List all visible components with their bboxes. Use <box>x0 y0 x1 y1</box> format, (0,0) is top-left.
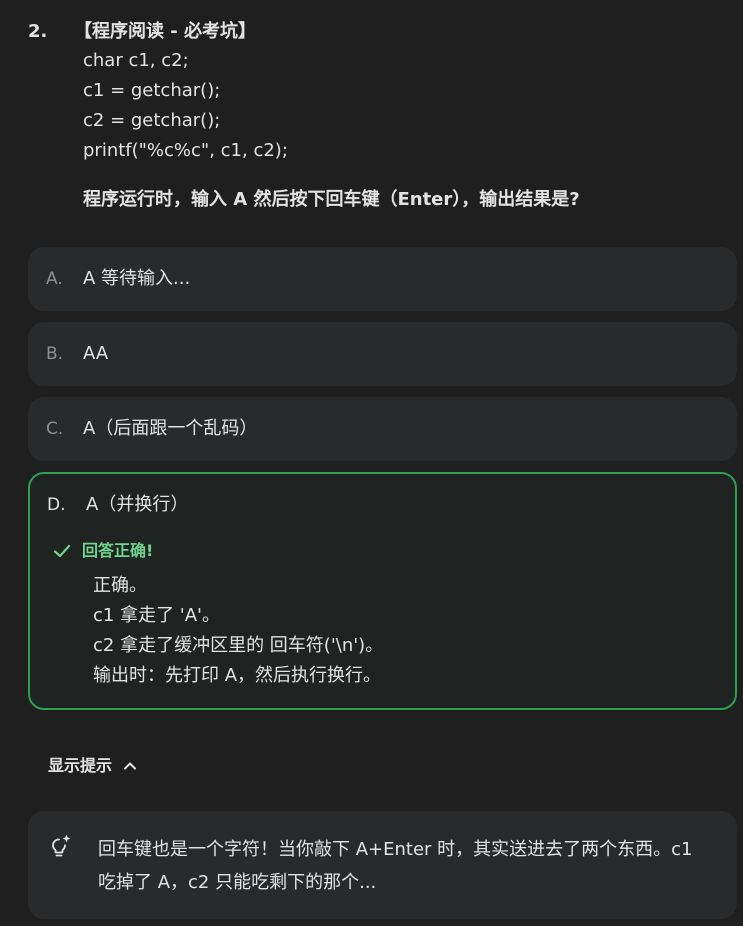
feedback-label: 回答正确! <box>82 541 154 560</box>
code-line: printf("%c%c", c1, c2); <box>83 140 288 161</box>
lightbulb-sparkle-icon <box>52 834 71 857</box>
option-a[interactable]: A. A 等待输入... <box>28 247 737 311</box>
option-text: A（后面跟一个乱码） <box>83 418 258 439</box>
option-letter: C. <box>46 419 64 439</box>
hint-text: 回车键也是一个字符！当你敲下 A+Enter 时，其实送进去了两个东西。c1 吃… <box>98 839 693 893</box>
chevron-up-icon <box>124 762 137 770</box>
code-line: c1 = getchar(); <box>83 80 221 101</box>
show-hint-toggle[interactable]: 显示提示 <box>48 755 138 777</box>
feedback-line: c2 拿走了缓冲区里的 回车符('\n')。 <box>93 635 384 656</box>
question-title: 【程序阅读 - 必考坑】 <box>74 21 257 42</box>
option-text: AA <box>83 343 109 364</box>
option-text: A 等待输入... <box>83 268 191 289</box>
option-letter: D. <box>47 495 66 515</box>
option-letter: B. <box>46 344 64 364</box>
code-line: char c1, c2; <box>83 50 189 71</box>
option-text: A（并换行） <box>86 494 189 515</box>
option-letter: A. <box>46 269 63 289</box>
feedback-line: 输出时：先打印 A，然后执行换行。 <box>93 665 382 686</box>
question-number: 2. <box>28 21 48 42</box>
code-line: c2 = getchar(); <box>83 110 221 131</box>
option-d-correct[interactable]: D. A（并换行） 回答正确! 正确。 c1 拿走了 'A'。 c2 拿走了缓冲… <box>28 472 737 710</box>
feedback-line: 正确。 <box>93 575 147 596</box>
show-hint-label: 显示提示 <box>48 756 113 775</box>
check-icon <box>53 544 71 558</box>
question-prompt: 程序运行时，输入 A 然后按下回车键（Enter），输出结果是? <box>83 189 580 210</box>
option-b[interactable]: B. AA <box>28 322 737 386</box>
hint-card: 回车键也是一个字符！当你敲下 A+Enter 时，其实送进去了两个东西。c1 吃… <box>28 811 737 919</box>
option-c[interactable]: C. A（后面跟一个乱码） <box>28 397 737 461</box>
feedback-line: c1 拿走了 'A'。 <box>93 605 221 626</box>
feedback-header: 回答正确! <box>52 540 153 562</box>
